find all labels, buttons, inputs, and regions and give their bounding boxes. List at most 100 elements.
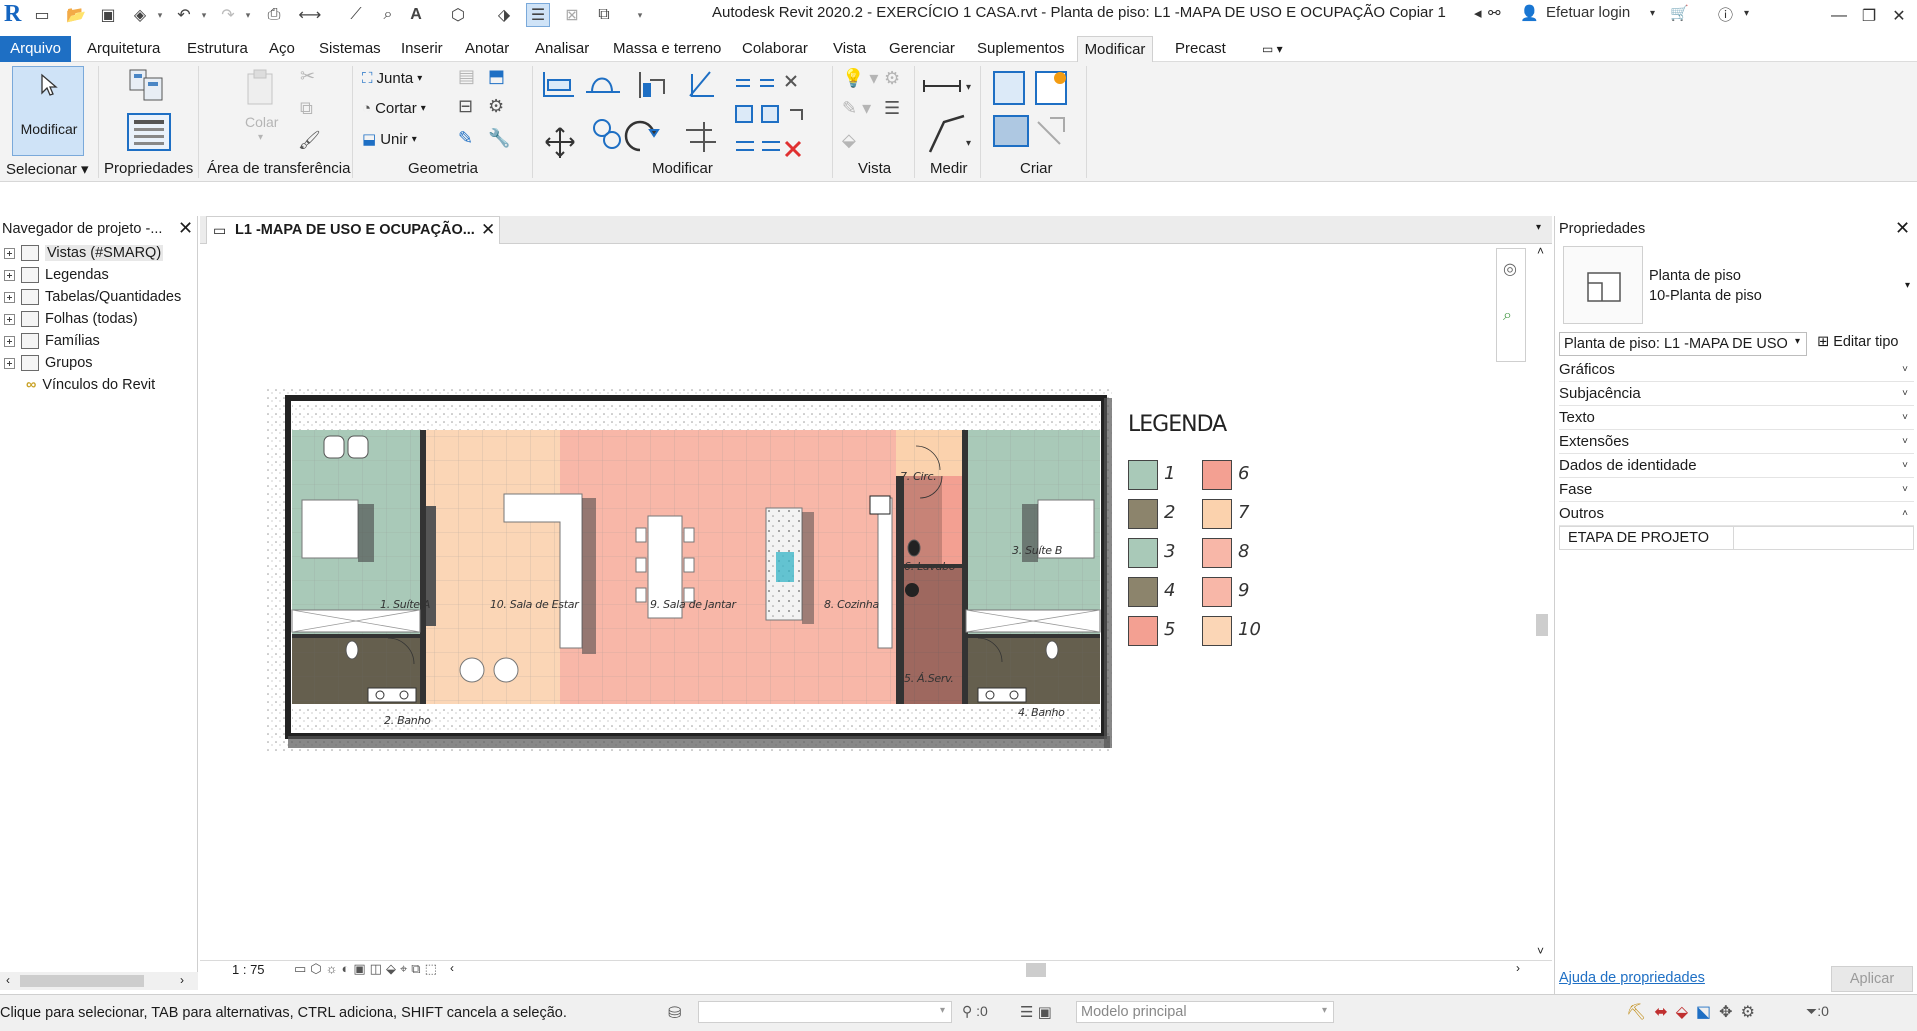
measure-tools-icon[interactable]: ▾▾ [922,72,978,158]
chevron-down-icon[interactable]: ▾ [1744,8,1749,19]
menu-inserir[interactable]: Inserir [401,36,443,62]
copy-icon[interactable]: ⧉ [300,98,313,119]
menu-colaborar[interactable]: Colaborar [742,36,808,62]
menu-anotar[interactable]: Anotar [465,36,509,62]
scroll-down-icon[interactable]: ˅ [1537,944,1544,958]
scroll-right-icon[interactable]: › [1516,961,1520,975]
menu-analisar[interactable]: Analisar [535,36,589,62]
type-selector-chevron-icon[interactable]: ▾ [1905,280,1910,291]
view-control-icons[interactable]: ▭⬡☼◐▣◫⬙⌖⧉⬚ [294,961,441,977]
join-button[interactable]: ⛶ Junta ▾ [362,70,422,87]
scroll-left-icon[interactable]: ‹ [450,961,454,975]
unjoin-button[interactable]: ⬓ Unir ▾ [362,130,417,149]
group-dados-identidade[interactable]: Dados de identidade ˅ [1559,454,1914,478]
split-face-icon[interactable]: ⊟ [458,96,473,117]
edit-profile-icon[interactable]: ✎ [458,128,473,149]
cart-icon[interactable]: 🛒 [1670,4,1689,22]
worksets-icon[interactable]: ⛁ [668,1003,681,1023]
menu-arquivo[interactable]: Arquivo [0,36,71,62]
menu-suplementos[interactable]: Suplementos [977,36,1065,62]
apply-button[interactable]: Aplicar [1831,966,1913,992]
tag-icon[interactable]: ⌕ [376,3,400,27]
group-outros[interactable]: Outros ˄ [1559,502,1914,526]
type-properties-icon[interactable] [124,68,168,104]
switch-windows-icon[interactable]: ⧉ [592,3,616,27]
binoculars-icon[interactable]: ⚯ [1488,4,1501,22]
cut-geometry-button[interactable]: ◔ Cortar ▾ [362,100,426,117]
nav-item-folhas[interactable]: Folhas (todas) [0,308,138,330]
close-inactive-icon[interactable]: ⊠ [560,3,584,27]
chevron-down-icon[interactable]: ▾ [154,3,166,27]
cut-icon[interactable]: ✂ [300,66,315,87]
expand-icon[interactable] [4,335,15,347]
menu-aco[interactable]: Aço [269,36,295,62]
zoom-icon[interactable]: ⌕ [1503,307,1512,325]
chevron-down-icon[interactable]: ▾ [258,132,263,143]
menu-gerenciar[interactable]: Gerenciar [889,36,955,62]
redo-icon[interactable]: ↷ [216,3,240,27]
workset-dropdown[interactable]: ▾ [698,1001,952,1023]
remove-paint-icon[interactable]: 🔧 [488,128,510,149]
undo-icon[interactable]: ↶ [172,3,196,27]
hide-icon[interactable]: 💡 ▾ [842,68,878,89]
section-icon[interactable]: ⬗ [492,3,516,27]
save-icon[interactable]: ▣ [96,3,120,27]
chevron-down-icon[interactable]: ▾ [198,3,210,27]
login-link[interactable]: Efetuar login [1546,4,1630,21]
modify-tool-button[interactable]: Modificar [12,66,84,156]
view-tab[interactable]: ▭ L1 -MAPA DE USO E OCUPAÇÃO... ✕ [206,216,500,244]
nav-item-grupos[interactable]: Grupos [0,352,93,374]
scroll-left-icon[interactable]: ‹ [6,973,10,987]
match-properties-icon[interactable]: 🖌 [298,130,321,151]
group-texto[interactable]: Texto ˅ [1559,406,1914,430]
demolish-icon[interactable]: ⬒ [488,66,505,87]
home-icon[interactable]: ▭ [30,3,54,27]
chevron-down-icon[interactable]: ▾ [1650,8,1655,19]
panel-selecionar-label[interactable]: Selecionar ▾ [6,160,89,178]
menu-precast[interactable]: Precast [1175,36,1226,62]
minimize-button[interactable]: — [1822,2,1856,30]
group-graficos[interactable]: Gráficos ˅ [1559,358,1914,382]
horizontal-scroll-thumb[interactable] [1026,963,1046,977]
expand-icon[interactable] [4,357,15,369]
edit-type-button[interactable]: ⊞ Editar tipo [1817,334,1898,350]
dimension-icon[interactable]: ⟋ [344,3,368,27]
param-value[interactable] [1734,527,1913,549]
menu-estrutura[interactable]: Estrutura [187,36,248,62]
chevron-down-icon[interactable]: ▾ [242,3,254,27]
param-row-etapa[interactable]: ETAPA DE PROJETO [1559,526,1914,550]
scroll-thumb[interactable] [1536,614,1548,636]
close-icon[interactable]: ✕ [481,220,495,240]
nav-item-tabelas[interactable]: Tabelas/Quantidades [0,286,181,308]
expand-icon[interactable] [4,269,15,281]
expand-icon[interactable] [4,313,15,325]
nav-item-familias[interactable]: Famílias [0,330,100,352]
text-icon[interactable]: A [404,3,428,27]
design-option-dropdown[interactable]: Modelo principal ▾ [1076,1001,1334,1023]
paint-icon[interactable]: ⚙ [488,96,504,117]
menu-modificar[interactable]: Modificar [1077,36,1153,62]
3d-view-icon[interactable]: ⬡ [446,3,470,27]
steering-wheel-icon[interactable]: ◎ [1503,259,1517,279]
drawing-area[interactable]: ▭ L1 -MAPA DE USO E OCUPAÇÃO... ✕ ▾ ◎ ⌕ … [200,216,1552,978]
vertical-scrollbar[interactable]: ˄ ˅ [1534,244,1550,960]
pin-view-icon[interactable]: ⬙ [842,130,856,151]
wall-joins-icon[interactable]: ▤ [458,66,475,87]
linework-icon[interactable]: ✎ ▾ [842,98,871,119]
scroll-thumb[interactable] [20,975,144,987]
nav-item-vistas[interactable]: Vistas (#SMARQ) [0,242,164,264]
close-icon[interactable]: ✕ [178,218,193,239]
create-tools-icon[interactable] [990,68,1080,154]
nav-item-legendas[interactable]: Legendas [0,264,109,286]
design-options-icon[interactable]: ☰ ▣ [1020,1003,1052,1021]
close-icon[interactable]: ✕ [1895,218,1910,239]
paste-label[interactable]: Colar [245,114,278,130]
group-extensoes[interactable]: Extensões ˅ [1559,430,1914,454]
group-subjacencia[interactable]: Subjacência ˅ [1559,382,1914,406]
instance-selector[interactable]: Planta de piso: L1 -MAPA DE USO ▾ [1559,332,1807,356]
customize-qat-icon[interactable]: ▾ [634,3,646,27]
tab-list-icon[interactable]: ▾ [1536,222,1541,233]
nav-scrollbar[interactable]: ‹ › [0,972,198,990]
scroll-up-icon[interactable]: ˄ [1537,244,1544,258]
override-icon[interactable]: ⚙ [884,68,900,89]
